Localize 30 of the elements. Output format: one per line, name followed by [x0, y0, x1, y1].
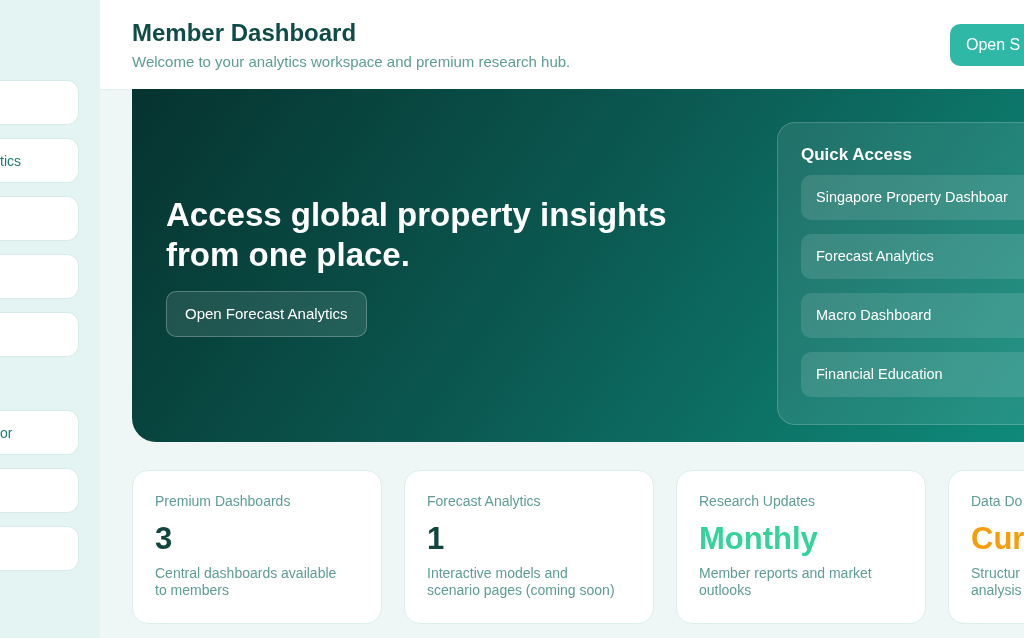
stat-description: Structur analysis [971, 565, 1023, 599]
hero-button[interactable]: Open Forecast Analytics [166, 290, 367, 337]
quick-access-link[interactable]: Macro Dashboard [801, 292, 1024, 338]
sidebar-item[interactable] [0, 196, 79, 241]
sidebar-item[interactable]: tics [0, 138, 79, 183]
stat-value: Monthly [699, 521, 819, 557]
page-subtitle: Welcome to your analytics workspace and premium research hub. [132, 53, 571, 70]
sidebar-item[interactable] [0, 468, 79, 513]
stat-label: Data Do [971, 493, 1024, 509]
panel-title: Quick Access [801, 144, 913, 165]
sidebar-item[interactable] [0, 312, 79, 357]
sidebar-item[interactable] [0, 80, 79, 125]
sidebar-item[interactable]: or [0, 410, 79, 455]
stat-label: Forecast Analytics [427, 493, 542, 509]
stat-label: Research Updates [699, 493, 816, 509]
stat-description: Central dashboards available to members [155, 565, 338, 599]
sidebar-item[interactable] [0, 254, 79, 299]
stat-value: 1 [427, 521, 446, 557]
quick-access-link[interactable]: Singapore Property Dashboar [801, 174, 1024, 220]
sidebar-item[interactable] [0, 526, 79, 571]
stat-description: Member reports and market outlooks [699, 565, 873, 599]
hero-headline: Access global property insights from one place. [166, 194, 668, 275]
stat-value: Cur [971, 521, 1024, 557]
quick-access-link[interactable]: Forecast Analytics [801, 233, 1024, 279]
stat-label: Premium Dashboards [155, 493, 292, 509]
header-button[interactable]: Open S [950, 23, 1024, 66]
stat-description: Interactive models and scenario pages (coming soon) [427, 565, 616, 599]
stat-value: 3 [155, 521, 174, 557]
page-title: Member Dashboard [132, 19, 358, 47]
quick-access-link[interactable]: Financial Education [801, 351, 1024, 397]
